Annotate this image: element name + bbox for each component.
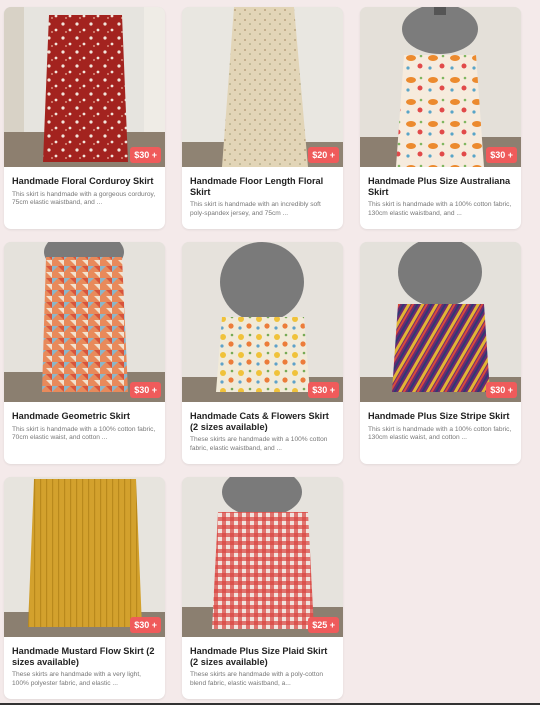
price-badge: $30 + [130,147,161,163]
product-card[interactable]: $30 + Handmade Geometric Skirt This skir… [4,242,165,464]
product-description: This skirt is handmade with a 100% cotto… [12,425,156,442]
price-badge: $30 + [486,147,517,163]
product-title[interactable]: Handmade Floor Length Floral Skirt [190,176,335,197]
product-image[interactable]: $30 + [4,242,165,402]
price-badge: $25 + [308,617,339,633]
product-grid: $30 + Handmade Floral Corduroy Skirt Thi… [4,7,521,699]
product-title[interactable]: Handmade Plus Size Plaid Skirt (2 sizes … [190,646,335,667]
price-badge: $30 + [130,382,161,398]
product-title[interactable]: Handmade Mustard Flow Skirt (2 sizes ava… [12,646,157,667]
product-description: These skirts are handmade with a poly-co… [190,671,324,687]
product-title[interactable]: Handmade Plus Size Stripe Skirt [368,411,513,422]
price-badge: $20 + [308,147,339,163]
product-image[interactable]: $25 + [182,477,343,637]
product-image[interactable]: $30 + [4,477,165,637]
price-badge: $30 + [308,382,339,398]
price-badge: $30 + [130,617,161,633]
product-description: This skirt is handmade with an incredibl… [190,201,321,217]
product-title[interactable]: Handmade Floral Corduroy Skirt [12,176,157,187]
product-description: This skirt is handmade with a 100% cotto… [368,425,512,442]
product-title[interactable]: Handmade Plus Size Australiana Skirt [368,176,513,197]
product-card[interactable]: $30 + Handmade Mustard Flow Skirt (2 siz… [4,477,165,699]
product-title[interactable]: Handmade Geometric Skirt [12,411,157,422]
product-card[interactable]: $30 + Handmade Floral Corduroy Skirt Thi… [4,7,165,229]
product-image[interactable]: $30 + [182,242,343,402]
product-image[interactable]: $20 + [182,7,343,167]
product-description: This skirt is handmade with a 100% cotto… [368,201,512,217]
product-card[interactable]: $25 + Handmade Plus Size Plaid Skirt (2 … [182,477,343,699]
price-badge: $30 + [486,382,517,398]
product-description: These skirts are handmade with a very li… [12,671,142,687]
product-card[interactable]: $30 + Handmade Plus Size Stripe Skirt Th… [360,242,521,464]
product-image[interactable]: $30 + [360,7,521,167]
product-card[interactable]: $30 + Handmade Plus Size Australiana Ski… [360,7,521,229]
product-image[interactable]: $30 + [4,7,165,167]
product-card[interactable]: $30 + Handmade Cats & Flowers Skirt (2 s… [182,242,343,464]
product-description: This skirt is handmade with a gorgeous c… [12,190,156,207]
product-image[interactable]: $30 + [360,242,521,402]
product-card[interactable]: $20 + Handmade Floor Length Floral Skirt… [182,7,343,229]
product-description: These skirts are handmade with a 100% co… [190,436,328,452]
product-title[interactable]: Handmade Cats & Flowers Skirt (2 sizes a… [190,411,335,432]
